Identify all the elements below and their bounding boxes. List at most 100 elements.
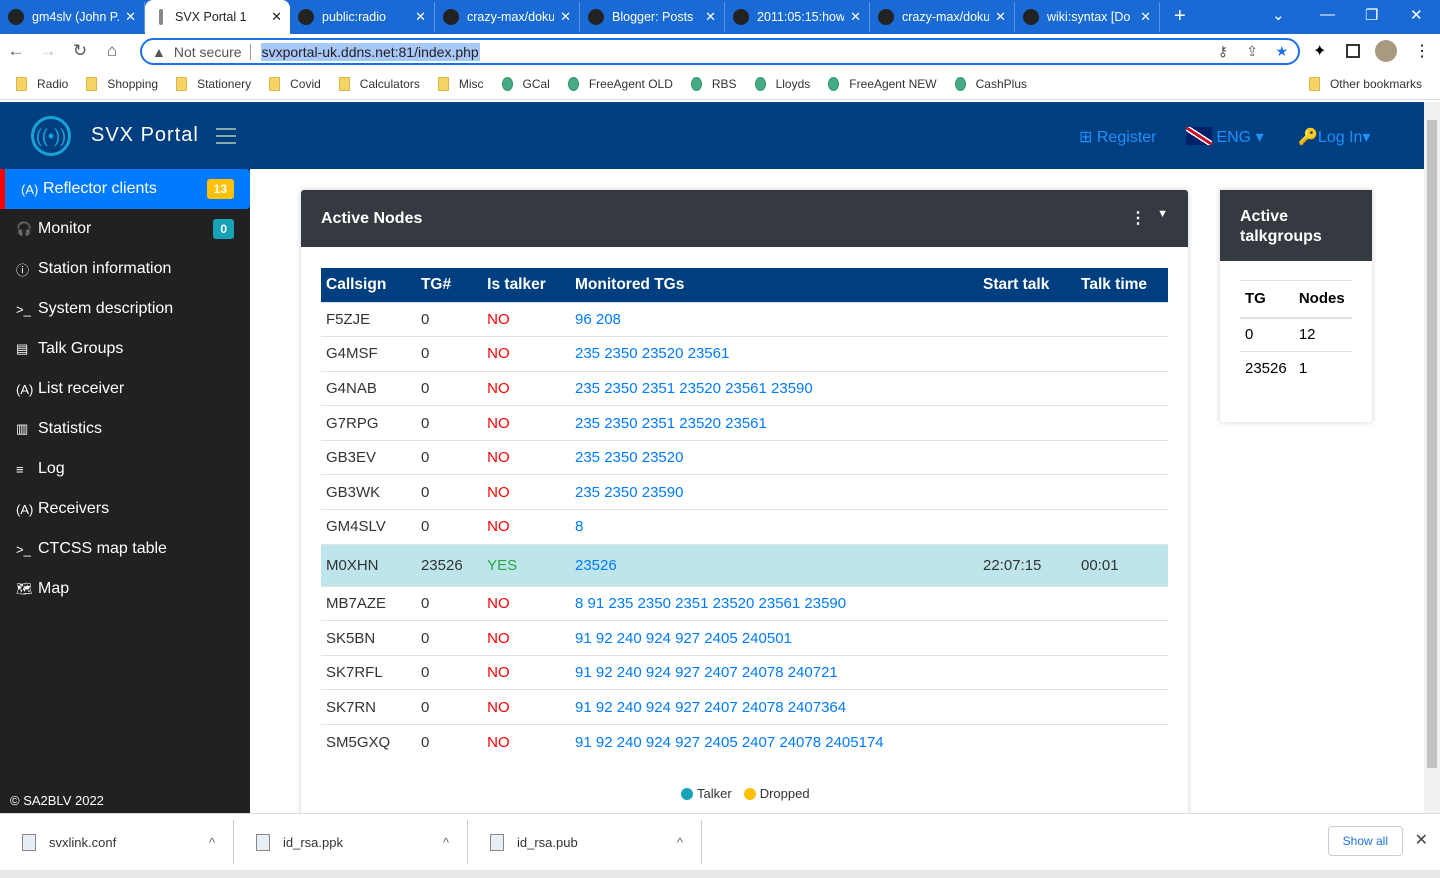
sidebar-item-ctcss-map-table[interactable]: >_CTCSS map table bbox=[0, 529, 250, 569]
monitored-tgs-cell[interactable]: 91 92 240 924 927 2407 24078 2407364 bbox=[570, 690, 978, 725]
kebab-menu-icon[interactable]: ⋮ bbox=[1130, 208, 1146, 228]
login-dropdown[interactable]: 🔑Log In▾ bbox=[1298, 127, 1370, 147]
close-window-button[interactable]: ✕ bbox=[1410, 6, 1423, 24]
bookmark-item[interactable]: FreeAgent OLD bbox=[568, 77, 673, 91]
extensions-icon[interactable]: ✦ bbox=[1313, 41, 1326, 61]
column-header[interactable]: Talk time bbox=[1076, 268, 1168, 302]
sidebar-item-statistics[interactable]: ▥Statistics bbox=[0, 409, 250, 449]
monitored-tgs-cell[interactable]: 235 2350 23520 23561 bbox=[570, 337, 978, 372]
table-row[interactable]: SK7RN0NO91 92 240 924 927 2407 24078 240… bbox=[321, 690, 1168, 725]
bookmark-item[interactable]: CashPlus bbox=[955, 77, 1027, 91]
browser-tab[interactable]: 2011:05:15:how✕ bbox=[725, 2, 870, 32]
close-tab-icon[interactable]: ✕ bbox=[1140, 9, 1151, 25]
monitored-tgs-cell[interactable]: 235 2350 2351 23520 23561 23590 bbox=[570, 371, 978, 406]
scrollbar-thumb[interactable] bbox=[1427, 120, 1437, 768]
sidebar-item-receivers[interactable]: (A)Receivers bbox=[0, 489, 250, 529]
close-tab-icon[interactable]: ✕ bbox=[415, 9, 426, 25]
minimize-button[interactable]: — bbox=[1320, 6, 1335, 23]
monitored-tgs-cell[interactable]: 91 92 240 924 927 2405 240501 bbox=[570, 621, 978, 656]
bookmark-item[interactable]: Stationery bbox=[176, 77, 251, 91]
browser-tab[interactable]: Blogger: Posts✕ bbox=[580, 2, 725, 32]
table-row[interactable]: SK7RFL0NO91 92 240 924 927 2407 24078 24… bbox=[321, 655, 1168, 690]
bookmark-item[interactable]: Lloyds bbox=[755, 77, 811, 91]
browser-tab[interactable]: public:radio✕ bbox=[290, 2, 435, 32]
forward-icon[interactable]: → bbox=[32, 41, 64, 61]
download-item[interactable]: id_rsa.ppk^ bbox=[234, 820, 468, 864]
sidebar-item-map[interactable]: 🗺Map bbox=[0, 569, 250, 609]
star-icon[interactable]: ★ bbox=[1275, 43, 1288, 60]
browser-tab[interactable]: crazy-max/doku✕ bbox=[870, 2, 1015, 32]
brand-name[interactable]: SVX Portal bbox=[91, 124, 199, 147]
chevron-up-icon[interactable]: ^ bbox=[443, 835, 449, 850]
monitored-tgs-cell[interactable]: 91 92 240 924 927 2405 2407 24078 240517… bbox=[570, 725, 978, 760]
new-tab-button[interactable]: + bbox=[1174, 5, 1186, 28]
sidepanel-icon[interactable] bbox=[1346, 44, 1360, 58]
table-row[interactable]: G4NAB0NO235 2350 2351 23520 23561 23590 bbox=[321, 371, 1168, 406]
close-tab-icon[interactable]: ✕ bbox=[995, 9, 1006, 25]
column-header[interactable]: Start talk bbox=[978, 268, 1076, 302]
language-dropdown[interactable]: ENG ▾ bbox=[1186, 127, 1264, 147]
bookmark-item[interactable]: Misc bbox=[438, 77, 484, 91]
chevron-up-icon[interactable]: ^ bbox=[677, 835, 683, 850]
sidebar-item-list-receiver[interactable]: (A)List receiver bbox=[0, 369, 250, 409]
url-text[interactable]: svxportal-uk.ddns.net:81/index.php bbox=[261, 43, 480, 61]
monitored-tgs-cell[interactable]: 8 bbox=[570, 510, 978, 545]
close-tab-icon[interactable]: ✕ bbox=[850, 9, 861, 25]
bookmark-item[interactable]: Shopping bbox=[86, 77, 158, 91]
page-scrollbar[interactable] bbox=[1424, 102, 1440, 813]
bookmark-item[interactable]: Radio bbox=[16, 77, 68, 91]
table-row[interactable]: GB3EV0NO235 2350 23520 bbox=[321, 440, 1168, 475]
bookmark-item[interactable]: FreeAgent NEW bbox=[828, 77, 936, 91]
column-header[interactable]: Monitored TGs bbox=[570, 268, 978, 302]
table-row[interactable]: F5ZJE0NO96 208 bbox=[321, 302, 1168, 337]
monitored-tgs-cell[interactable]: 96 208 bbox=[570, 302, 978, 337]
tab-search-icon[interactable]: ⌄ bbox=[1272, 6, 1285, 24]
browser-tab[interactable]: SVX Portal 1✕ bbox=[145, 0, 290, 34]
browser-tab[interactable]: gm4slv (John P...✕ bbox=[0, 2, 145, 32]
download-item[interactable]: svxlink.conf^ bbox=[0, 820, 234, 864]
menu-icon[interactable]: ⋮ bbox=[1414, 41, 1430, 61]
reload-icon[interactable]: ↻ bbox=[64, 41, 96, 61]
sidebar-item-station-information[interactable]: ⓘStation information bbox=[0, 249, 250, 289]
share-icon[interactable]: ⇪ bbox=[1246, 43, 1258, 60]
table-row[interactable]: M0XHN23526YES2352622:07:1500:01 bbox=[321, 544, 1168, 586]
close-tab-icon[interactable]: ✕ bbox=[560, 9, 571, 25]
restore-button[interactable]: ❐ bbox=[1365, 6, 1378, 24]
caret-down-icon[interactable]: ▼ bbox=[1157, 208, 1168, 220]
table-row[interactable]: G7RPG0NO235 2350 2351 23520 23561 bbox=[321, 406, 1168, 441]
table-row[interactable]: SM5GXQ0NO91 92 240 924 927 2405 2407 240… bbox=[321, 725, 1168, 760]
monitored-tgs-cell[interactable]: 235 2350 23520 bbox=[570, 440, 978, 475]
not-secure-label[interactable]: Not secure bbox=[174, 44, 242, 60]
sidebar-item-system-description[interactable]: >_System description bbox=[0, 289, 250, 329]
chevron-up-icon[interactable]: ^ bbox=[209, 835, 215, 850]
table-row[interactable]: SK5BN0NO91 92 240 924 927 2405 240501 bbox=[321, 621, 1168, 656]
sidebar-item-log[interactable]: ≡Log bbox=[0, 449, 250, 489]
sidebar-item-reflector-clients[interactable]: (A)Reflector clients13 bbox=[0, 169, 250, 209]
download-item[interactable]: id_rsa.pub^ bbox=[468, 820, 702, 864]
sidebar-item-talk-groups[interactable]: ▤Talk Groups bbox=[0, 329, 250, 369]
avatar[interactable] bbox=[1375, 40, 1397, 62]
browser-tab[interactable]: wiki:syntax [Do✕ bbox=[1015, 2, 1160, 32]
bookmark-item[interactable]: RBS bbox=[691, 77, 737, 91]
browser-tab[interactable]: crazy-max/doku✕ bbox=[435, 2, 580, 32]
home-icon[interactable]: ⌂ bbox=[96, 41, 128, 61]
table-row[interactable]: MB7AZE0NO8 91 235 2350 2351 23520 23561 … bbox=[321, 586, 1168, 621]
table-row[interactable]: G4MSF0NO235 2350 23520 23561 bbox=[321, 337, 1168, 372]
table-row[interactable]: GM4SLV0NO8 bbox=[321, 510, 1168, 545]
key-icon[interactable]: ⚷ bbox=[1218, 43, 1228, 60]
show-all-button[interactable]: Show all bbox=[1328, 826, 1403, 856]
other-bookmarks[interactable]: Other bookmarks bbox=[1309, 77, 1422, 91]
back-icon[interactable]: ← bbox=[0, 41, 32, 61]
monitored-tgs-cell[interactable]: 91 92 240 924 927 2407 24078 240721 bbox=[570, 655, 978, 690]
hamburger-icon[interactable] bbox=[216, 128, 236, 144]
column-header[interactable]: Is talker bbox=[482, 268, 570, 302]
monitored-tgs-cell[interactable]: 235 2350 23590 bbox=[570, 475, 978, 510]
sidebar-item-monitor[interactable]: 🎧Monitor0 bbox=[0, 209, 250, 249]
column-header[interactable]: Callsign bbox=[321, 268, 416, 302]
monitored-tgs-cell[interactable]: 235 2350 2351 23520 23561 bbox=[570, 406, 978, 441]
monitored-tgs-cell[interactable]: 8 91 235 2350 2351 23520 23561 23590 bbox=[570, 586, 978, 621]
column-header[interactable]: TG# bbox=[416, 268, 482, 302]
url-input[interactable]: ▲ Not secure svxportal-uk.ddns.net:81/in… bbox=[140, 38, 1300, 65]
close-tab-icon[interactable]: ✕ bbox=[125, 9, 136, 25]
close-downloads-icon[interactable]: ✕ bbox=[1415, 830, 1428, 850]
